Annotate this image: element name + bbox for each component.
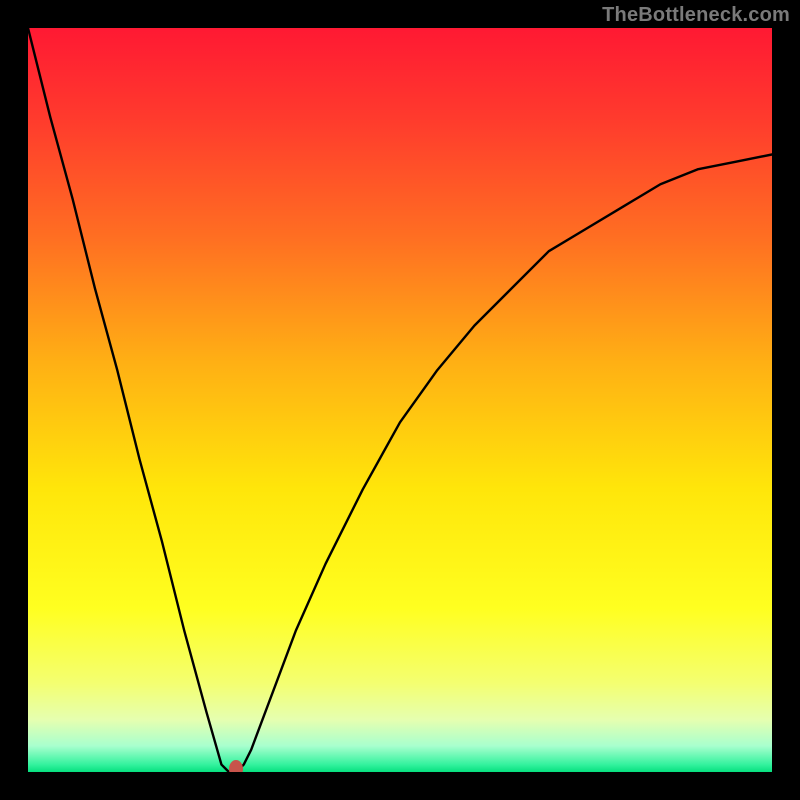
plot-area — [28, 28, 772, 772]
bottleneck-curve — [28, 28, 772, 772]
watermark-text: TheBottleneck.com — [602, 4, 790, 27]
minimum-marker — [229, 760, 243, 772]
chart-frame: TheBottleneck.com — [0, 0, 800, 800]
